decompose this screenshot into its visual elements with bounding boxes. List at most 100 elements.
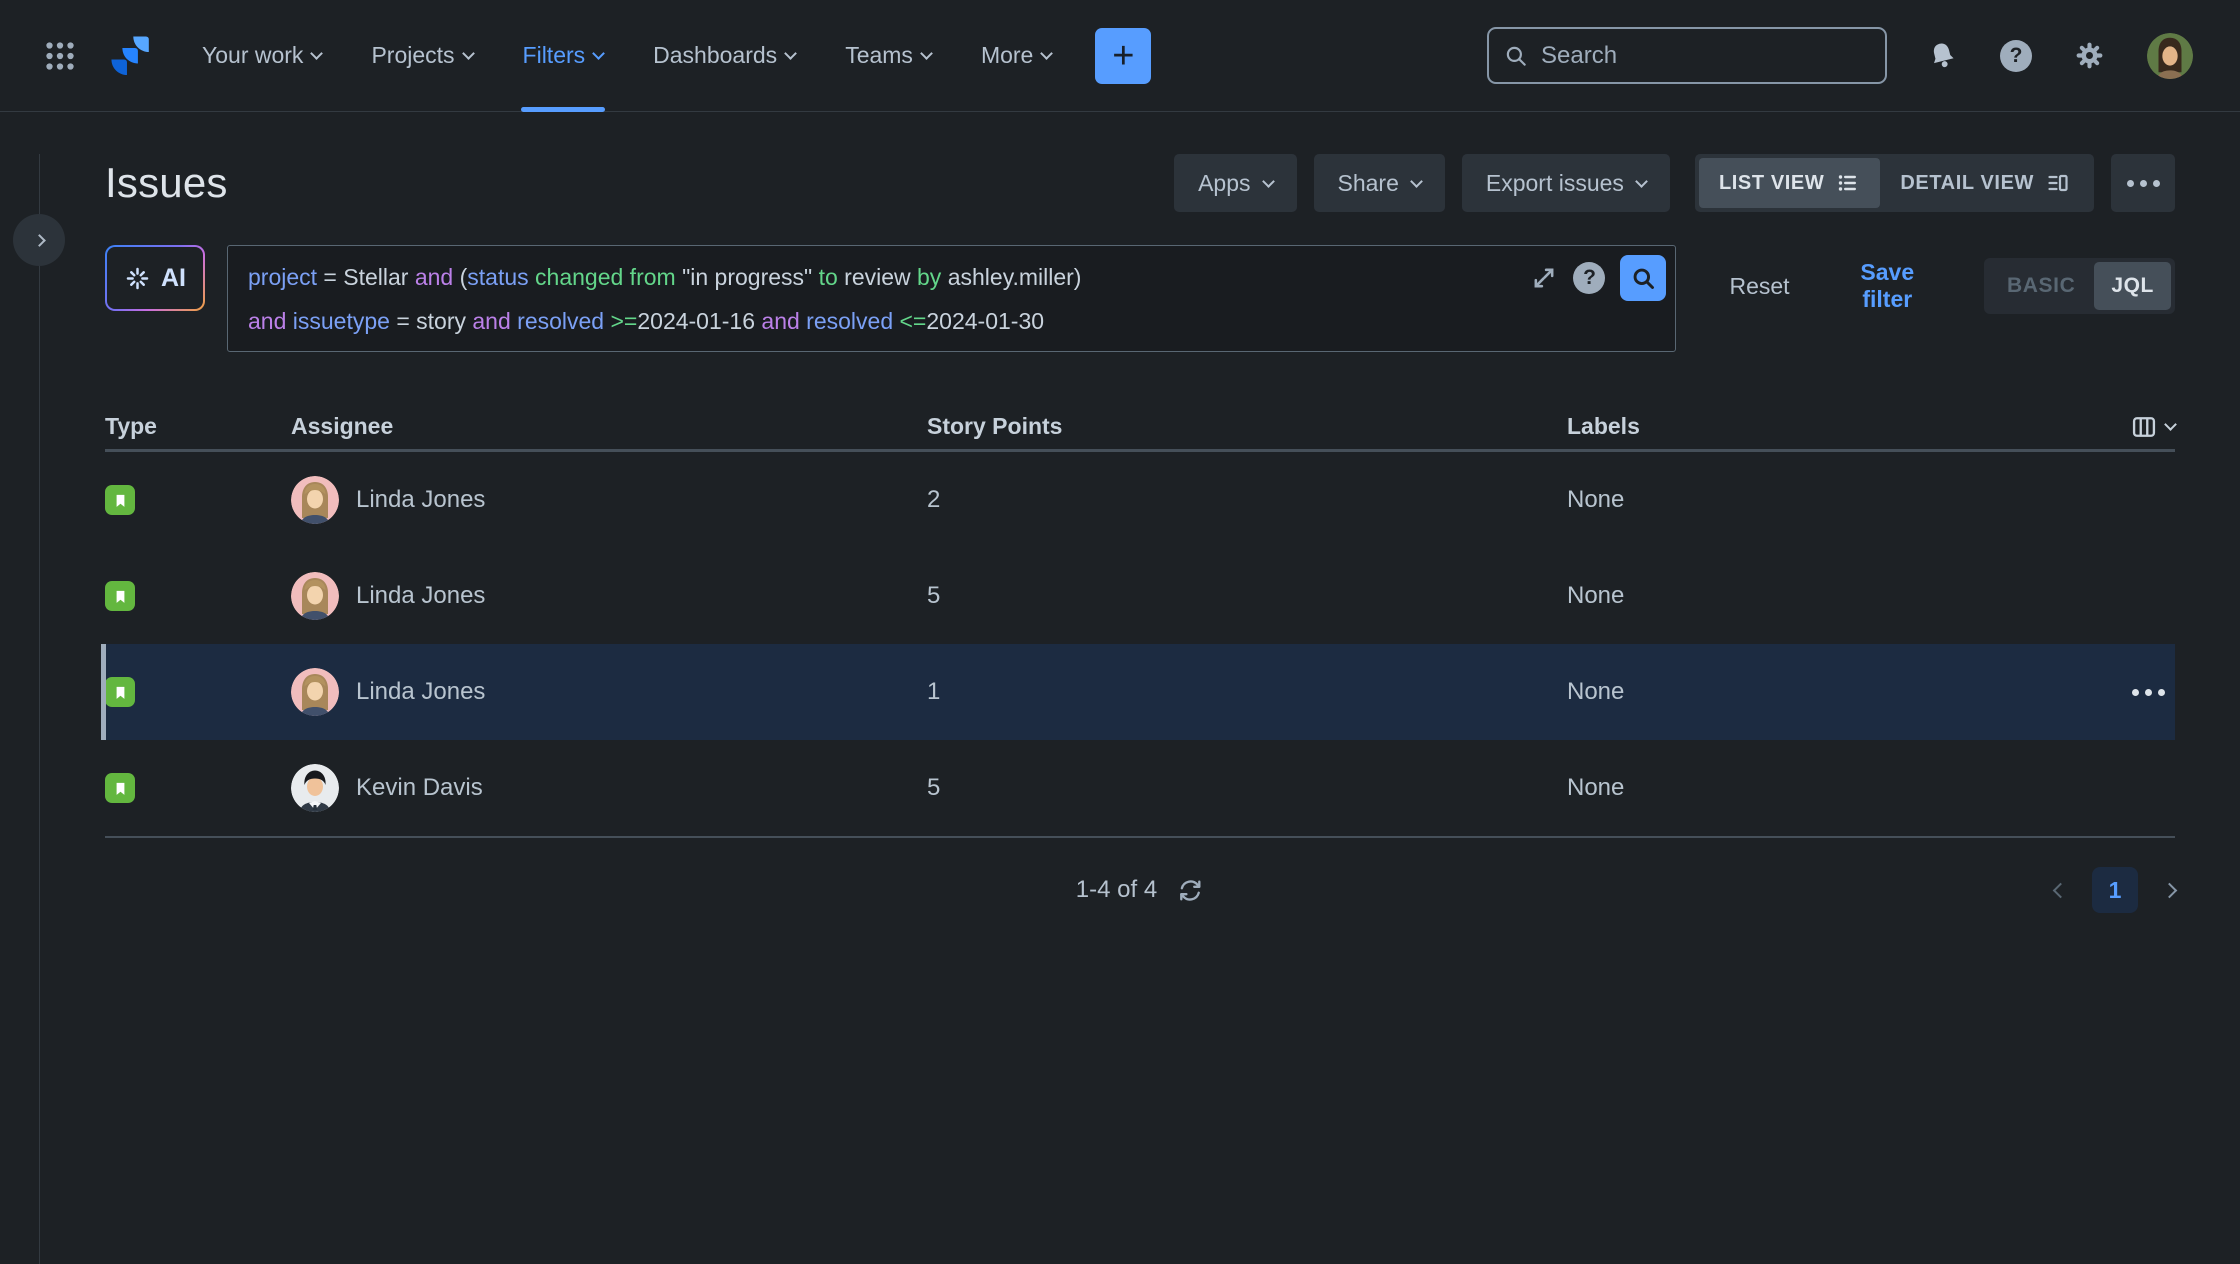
refresh-button[interactable]	[1177, 877, 1204, 904]
jql-token: and	[248, 308, 293, 334]
jql-token: 2024-01-16	[637, 308, 761, 334]
refresh-icon	[1177, 877, 1204, 904]
pagination-summary: 1-4 of 4	[1076, 876, 1157, 904]
next-page-button[interactable]	[2164, 885, 2175, 896]
jql-token: = story	[390, 308, 472, 334]
toolbar: Apps Share Export issues LIST VIEW DETAI…	[1174, 154, 2175, 212]
toolbar-more-button[interactable]	[2111, 154, 2175, 212]
jql-token: status	[467, 264, 528, 290]
nav-teams[interactable]: Teams	[843, 0, 933, 112]
syntax-help-button[interactable]: ?	[1573, 262, 1605, 294]
jql-token: and	[415, 264, 453, 290]
jql-token: and	[761, 308, 806, 334]
profile-photo	[2147, 33, 2193, 79]
jql-token: (	[453, 264, 467, 290]
filter-controls: Reset Save filter BASIC JQL	[1714, 258, 2175, 314]
page-title: Issues	[105, 159, 228, 207]
list-view-icon	[1836, 171, 1860, 195]
ai-sparkle-icon	[124, 265, 151, 292]
column-header-type[interactable]: Type	[105, 413, 291, 440]
jql-query-input[interactable]: project = Stellar and (status changed fr…	[227, 245, 1676, 352]
settings-button[interactable]	[2074, 40, 2105, 71]
gear-icon	[2074, 40, 2105, 71]
chevron-right-icon	[2162, 882, 2178, 898]
jql-token: "in progress"	[682, 264, 812, 290]
story-type-icon	[105, 485, 135, 515]
jql-token: by	[911, 264, 948, 290]
app-switcher-button[interactable]	[42, 38, 78, 74]
help-button[interactable]: ?	[2000, 40, 2032, 72]
labels-cell: None	[1567, 678, 2087, 706]
run-query-button[interactable]	[1620, 255, 1666, 301]
jql-token: >=	[604, 308, 637, 334]
assignee-name: Kevin Davis	[356, 774, 483, 802]
configure-columns-button[interactable]	[2130, 413, 2175, 441]
nav-label: Filters	[523, 42, 586, 69]
jql-token: ashley.miller)	[948, 264, 1082, 290]
issue-row[interactable]: Linda Jones 1 None	[105, 644, 2175, 740]
chevron-down-icon	[592, 47, 605, 60]
chevron-down-icon	[784, 47, 797, 60]
issue-row[interactable]: Linda Jones 5 None	[105, 548, 2175, 644]
pagination: 1-4 of 4 1	[105, 862, 2175, 918]
chevron-down-icon	[2164, 418, 2177, 431]
main-content: Issues Apps Share Export issues LIST VIE…	[39, 154, 2240, 1264]
jira-logo[interactable]	[108, 33, 154, 79]
nav-label: More	[981, 42, 1033, 69]
jql-token: resolved	[806, 308, 893, 334]
assignee-name: Linda Jones	[356, 582, 485, 610]
share-label: Share	[1338, 170, 1399, 197]
column-header-labels[interactable]: Labels	[1567, 413, 2087, 440]
jira-logo-icon	[108, 33, 154, 79]
jql-token: review	[844, 264, 910, 290]
chevron-right-icon	[33, 234, 46, 247]
apps-button[interactable]: Apps	[1174, 154, 1296, 212]
jql-token: resolved	[517, 308, 604, 334]
chevron-down-icon	[1635, 175, 1648, 188]
issue-row[interactable]: Kevin Davis 5 None	[105, 740, 2175, 836]
labels-cell: None	[1567, 486, 2087, 514]
assignee-avatar	[291, 572, 339, 620]
view-switcher: LIST VIEW DETAIL VIEW	[1695, 154, 2094, 212]
search-input[interactable]	[1541, 42, 1871, 70]
columns-icon	[2130, 413, 2158, 441]
jql-line-1: project = Stellar and (status changed fr…	[248, 256, 1495, 300]
nav-your-work[interactable]: Your work	[200, 0, 323, 112]
issue-row[interactable]: Linda Jones 2 None	[105, 452, 2175, 548]
nav-more[interactable]: More	[979, 0, 1053, 112]
app-grid-icon	[42, 38, 78, 74]
detail-view-icon	[2046, 171, 2070, 195]
ai-button[interactable]: AI	[105, 245, 205, 311]
profile-avatar[interactable]	[2147, 33, 2193, 79]
create-button[interactable]: +	[1095, 28, 1151, 84]
chevron-down-icon	[311, 47, 324, 60]
assignee-avatar	[291, 476, 339, 524]
expand-query-button[interactable]	[1530, 264, 1558, 292]
notifications-button[interactable]	[1927, 40, 1958, 71]
jql-token: <=	[893, 308, 926, 334]
share-button[interactable]: Share	[1314, 154, 1445, 212]
save-filter-button[interactable]: Save filter	[1823, 259, 1952, 313]
nav-projects[interactable]: Projects	[369, 0, 474, 112]
column-header-assignee[interactable]: Assignee	[291, 413, 927, 440]
reset-button[interactable]: Reset	[1714, 273, 1804, 300]
basic-mode-button[interactable]: BASIC	[1988, 262, 2094, 310]
page-1-button[interactable]: 1	[2092, 867, 2138, 913]
diagonal-expand-icon	[1530, 264, 1558, 292]
column-header-story-points[interactable]: Story Points	[927, 413, 1567, 440]
export-issues-button[interactable]: Export issues	[1462, 154, 1670, 212]
previous-page-button[interactable]	[2055, 885, 2066, 896]
row-more-button[interactable]	[2122, 679, 2175, 706]
detail-view-button[interactable]: DETAIL VIEW	[1880, 158, 2090, 208]
list-view-button[interactable]: LIST VIEW	[1699, 158, 1880, 208]
assignee-name: Linda Jones	[356, 486, 485, 514]
nav-search[interactable]	[1487, 27, 1887, 84]
nav-filters[interactable]: Filters	[521, 0, 606, 112]
nav-dashboards[interactable]: Dashboards	[651, 0, 797, 112]
table-header: Type Assignee Story Points Labels	[105, 404, 2175, 452]
assignee-avatar	[291, 764, 339, 812]
expand-sidebar-button[interactable]	[13, 214, 65, 266]
jql-token: to	[812, 264, 844, 290]
jql-token: project	[248, 264, 317, 290]
jql-mode-button[interactable]: JQL	[2094, 262, 2171, 310]
